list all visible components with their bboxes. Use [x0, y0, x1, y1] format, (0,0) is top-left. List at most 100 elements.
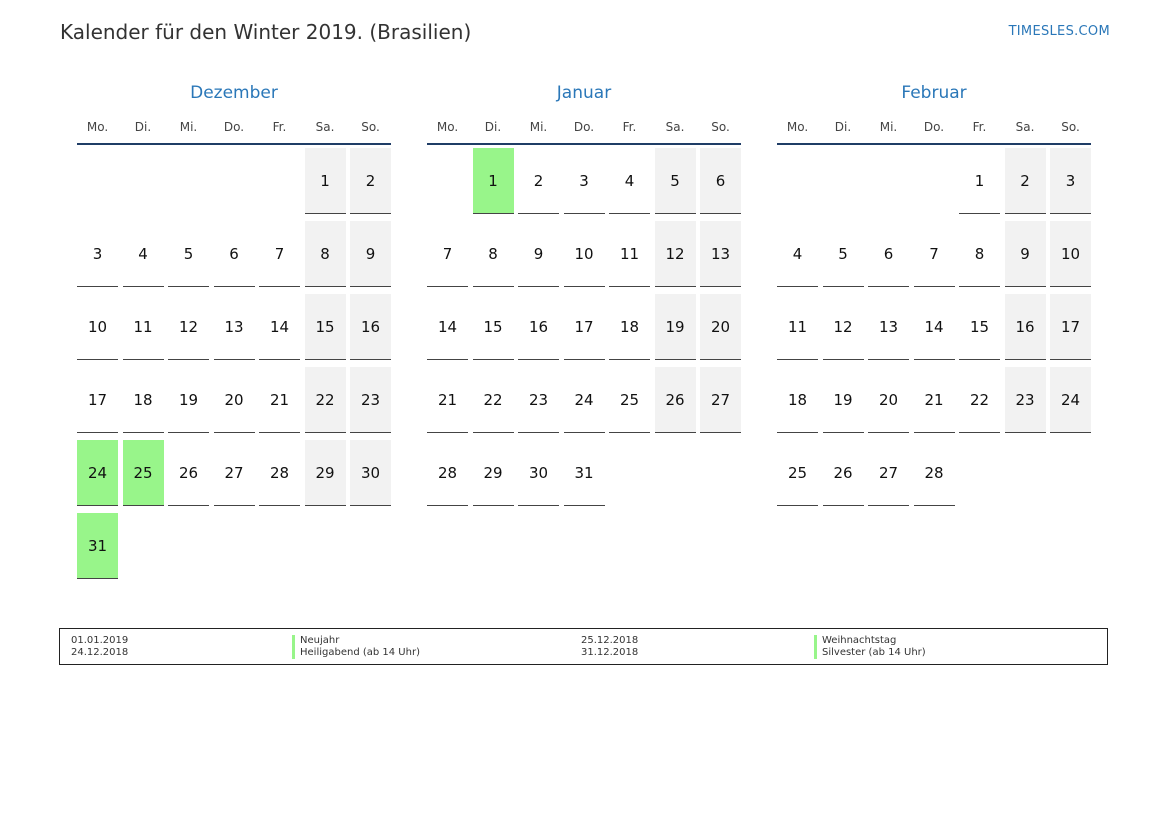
weekday-label: So. [711, 120, 730, 134]
weekday-label: Di. [134, 120, 152, 134]
legend-date: 31.12.2018 [581, 647, 639, 658]
weekday-header: Mo. Di. Mi. Do. Fr. Sa. So. [77, 116, 391, 145]
day-cell: 30 [350, 440, 391, 506]
day-cell: 22 [304, 367, 346, 433]
day-cell: 15 [304, 294, 346, 360]
weekday-label: Mi. [529, 120, 548, 134]
day-cell: 22 [472, 367, 514, 433]
day-cell: 10 [1050, 221, 1091, 287]
day-cell: 28 [427, 440, 468, 506]
day-cell: 7 [913, 221, 955, 287]
day-cell: 2 [518, 148, 559, 214]
legend-name: Neujahr [292, 635, 420, 647]
day-cell: 4 [777, 221, 818, 287]
weekday-label: Sa. [1015, 120, 1035, 134]
weekday-label: Di. [484, 120, 502, 134]
day-cell: 20 [868, 367, 909, 433]
legend-names-right: Weihnachtstag Silvester (ab 14 Uhr) [814, 635, 926, 659]
day-cell: 23 [1004, 367, 1046, 433]
weekday-label: Fr. [272, 120, 287, 134]
day-cell: 17 [77, 367, 118, 433]
weekday-label: Do. [923, 120, 945, 134]
day-cell: 17 [1050, 294, 1091, 360]
holiday-legend: 01.01.2019 24.12.2018 Neujahr Heiligaben… [59, 628, 1108, 665]
day-cell: 25 [777, 440, 818, 506]
day-cell: 3 [77, 221, 118, 287]
day-cell: 19 [822, 367, 864, 433]
weekday-label: Mi. [179, 120, 198, 134]
day-cell: 12 [168, 294, 209, 360]
month-name: Dezember [190, 83, 278, 103]
day-cell: 14 [259, 294, 300, 360]
day-cell: 1 [304, 148, 346, 214]
day-cell: 21 [427, 367, 468, 433]
weekday-label: Sa. [665, 120, 685, 134]
month-februar: Februar Mo. Di. Mi. Do. Fr. Sa. So. 1234567891… [760, 80, 1091, 506]
legend-dates-left: 01.01.2019 24.12.2018 [71, 635, 128, 659]
day-cell: 8 [959, 221, 1000, 287]
day-cell: 10 [77, 294, 118, 360]
day-cell: 23 [350, 367, 391, 433]
day-cell: 28 [913, 440, 955, 506]
day-cell: 5 [822, 221, 864, 287]
weekday-label: Fr. [622, 120, 637, 134]
weekday-header: Mo. Di. Mi. Do. Fr. Sa. So. [777, 116, 1091, 145]
day-cell: 27 [868, 440, 909, 506]
day-cell: 8 [304, 221, 346, 287]
day-cell: 29 [304, 440, 346, 506]
day-cell: 3 [563, 148, 605, 214]
weekday-header: Mo. Di. Mi. Do. Fr. Sa. So. [427, 116, 741, 145]
day-cell: 16 [518, 294, 559, 360]
day-cell: 19 [168, 367, 209, 433]
day-cell: 31 [563, 440, 605, 506]
day-cell: 12 [822, 294, 864, 360]
weekday-label: Sa. [315, 120, 335, 134]
site-link[interactable]: TIMESLES.COM [1009, 24, 1110, 39]
legend-names-left: Neujahr Heiligabend (ab 14 Uhr) [292, 635, 420, 659]
day-cell: 23 [518, 367, 559, 433]
month-name: Februar [901, 83, 967, 103]
day-grid: 1 2 3 4 5 6 7 8 9 10 11 12 13 14 15 16 17 18 19 20 21 22 23 24 2… [427, 148, 747, 588]
day-cell: 5 [168, 221, 209, 287]
day-cell: 25 [122, 440, 164, 506]
day-grid: 1 2 3 4 5 6 7 8 9 10 11 12 13 14 15 16 17 18 19 20 21 22 23 24 2… [777, 148, 1097, 588]
day-cell: 4 [122, 221, 164, 287]
day-cell: 21 [913, 367, 955, 433]
weekday-label: Mo. [786, 120, 809, 134]
day-cell: 9 [518, 221, 559, 287]
day-cell: 18 [122, 367, 164, 433]
day-cell: 27 [700, 367, 741, 433]
day-cell: 26 [168, 440, 209, 506]
day-cell: 17 [563, 294, 605, 360]
legend-name: Heiligabend (ab 14 Uhr) [292, 647, 420, 659]
day-cell: 19 [654, 294, 696, 360]
month-name: Januar [556, 83, 612, 103]
day-cell: 15 [472, 294, 514, 360]
day-cell: 11 [777, 294, 818, 360]
weekday-label: So. [1061, 120, 1080, 134]
day-cell: 3 [1050, 148, 1091, 214]
legend-name: Weihnachtstag [814, 635, 926, 647]
day-cell: 30 [518, 440, 559, 506]
legend-date: 25.12.2018 [581, 635, 639, 646]
day-cell: 11 [609, 221, 650, 287]
day-cell: 11 [122, 294, 164, 360]
weekday-label: So. [361, 120, 380, 134]
day-cell: 7 [427, 221, 468, 287]
day-cell: 9 [1004, 221, 1046, 287]
day-cell: 31 [77, 513, 118, 579]
day-cell: 15 [959, 294, 1000, 360]
day-cell: 26 [654, 367, 696, 433]
weekday-label: Mo. [86, 120, 109, 134]
weekday-label: Mi. [879, 120, 898, 134]
day-cell: 6 [868, 221, 909, 287]
day-cell: 21 [259, 367, 300, 433]
day-cell: 6 [700, 148, 741, 214]
day-cell: 13 [700, 221, 741, 287]
day-cell: 7 [259, 221, 300, 287]
day-cell: 12 [654, 221, 696, 287]
day-cell: 18 [777, 367, 818, 433]
month-januar: Januar Mo. Di. Mi. Do. Fr. Sa. So. 1 2 3 4 5 6 7 8 9 10… [410, 80, 741, 506]
weekday-label: Do. [223, 120, 245, 134]
day-cell: 16 [1004, 294, 1046, 360]
